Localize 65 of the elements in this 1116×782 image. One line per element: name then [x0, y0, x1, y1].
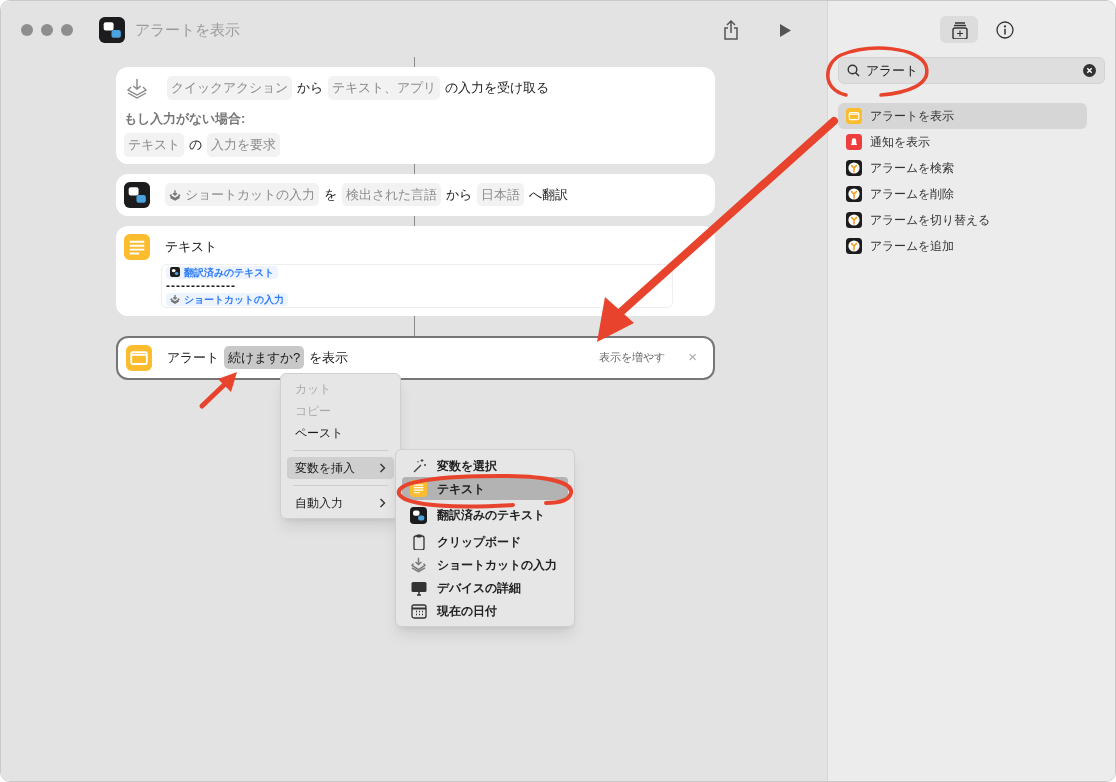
close-window-button[interactable]	[21, 24, 33, 36]
condition-label: もし入力がない場合:	[124, 109, 247, 128]
variable-token[interactable]: 翻訳済みのテキスト	[166, 265, 278, 279]
action-text: アラート	[167, 348, 219, 367]
body-text: --------------	[166, 278, 236, 293]
alert-app-icon	[846, 108, 863, 124]
clear-icon	[1083, 64, 1096, 77]
token-field[interactable]: 続けますか?	[224, 345, 305, 370]
action-list-item[interactable]: 通知を表示	[838, 129, 1088, 155]
action-list-item[interactable]: アラームを切り替える	[838, 207, 1088, 233]
chevron-right-icon	[379, 498, 386, 508]
text-app-icon	[124, 233, 150, 260]
calendar-icon	[410, 602, 427, 619]
menu-item[interactable]: ペースト	[287, 422, 394, 444]
bell-app-icon	[846, 134, 863, 150]
monitor-icon	[410, 579, 427, 596]
info-icon	[995, 20, 1014, 39]
clock-app-icon	[846, 238, 863, 254]
clipboard-icon	[410, 533, 427, 550]
layers-icon	[169, 188, 181, 201]
window-title: アラートを表示	[135, 19, 240, 40]
clock-app-icon	[846, 160, 863, 176]
translate-app-icon	[410, 506, 427, 524]
menu-item[interactable]: 自動入力	[287, 492, 394, 514]
chevron-right-icon	[379, 463, 386, 473]
show-more-link[interactable]: 表示を増やす	[599, 349, 666, 366]
menu-item[interactable]: デバイスの詳細	[402, 576, 568, 599]
menu-item[interactable]: 変数を選択	[402, 454, 568, 477]
action-text: の	[189, 136, 202, 154]
search-icon	[847, 64, 861, 77]
action-text: を	[324, 185, 337, 204]
clock-app-icon	[846, 186, 863, 202]
action-list-item[interactable]: アラートを表示	[838, 103, 1088, 129]
variable-token[interactable]: ショートカットの入力	[166, 292, 288, 306]
alert-app-icon	[126, 344, 152, 371]
action-text: から	[446, 185, 472, 204]
menu-item[interactable]: 現在の日付	[402, 599, 568, 622]
action-list-item[interactable]: アラームを検索	[838, 155, 1088, 181]
layers-icon	[410, 556, 427, 573]
tray-download-icon	[126, 76, 148, 99]
menu-item[interactable]: クリップボード	[402, 530, 568, 553]
search-field[interactable]: アラート	[838, 57, 1105, 84]
minimize-window-button[interactable]	[41, 24, 53, 36]
action-list-item[interactable]: アラームを削除	[838, 181, 1088, 207]
text-area-field[interactable]: 翻訳済みのテキスト -------------- ショートカットの入力	[161, 263, 673, 308]
action-list-item[interactable]: アラームを追加	[838, 233, 1088, 259]
menu-item[interactable]: 翻訳済みのテキスト	[402, 500, 568, 530]
translate-app-icon	[124, 181, 150, 208]
action-text: の入力を受け取る	[445, 79, 549, 97]
clock-app-icon	[846, 212, 863, 228]
menu-item[interactable]: ショートカットの入力	[402, 553, 568, 576]
layers-icon	[170, 294, 180, 304]
action-text: から	[297, 79, 323, 97]
action-text: を表示	[309, 348, 349, 367]
sidebar-tab[interactable]	[939, 16, 978, 43]
share-icon[interactable]	[723, 20, 740, 40]
annotation-arrow	[199, 372, 237, 409]
play-icon[interactable]	[779, 22, 793, 38]
action-library-icon	[949, 20, 968, 39]
action-title: テキスト	[165, 237, 217, 256]
action-text: へ翻訳	[529, 185, 568, 204]
menu-item[interactable]: 変数を挿入	[287, 457, 394, 479]
translate-app-icon	[170, 267, 180, 277]
translate-app-icon	[99, 17, 125, 43]
zoom-window-button[interactable]	[61, 24, 73, 36]
